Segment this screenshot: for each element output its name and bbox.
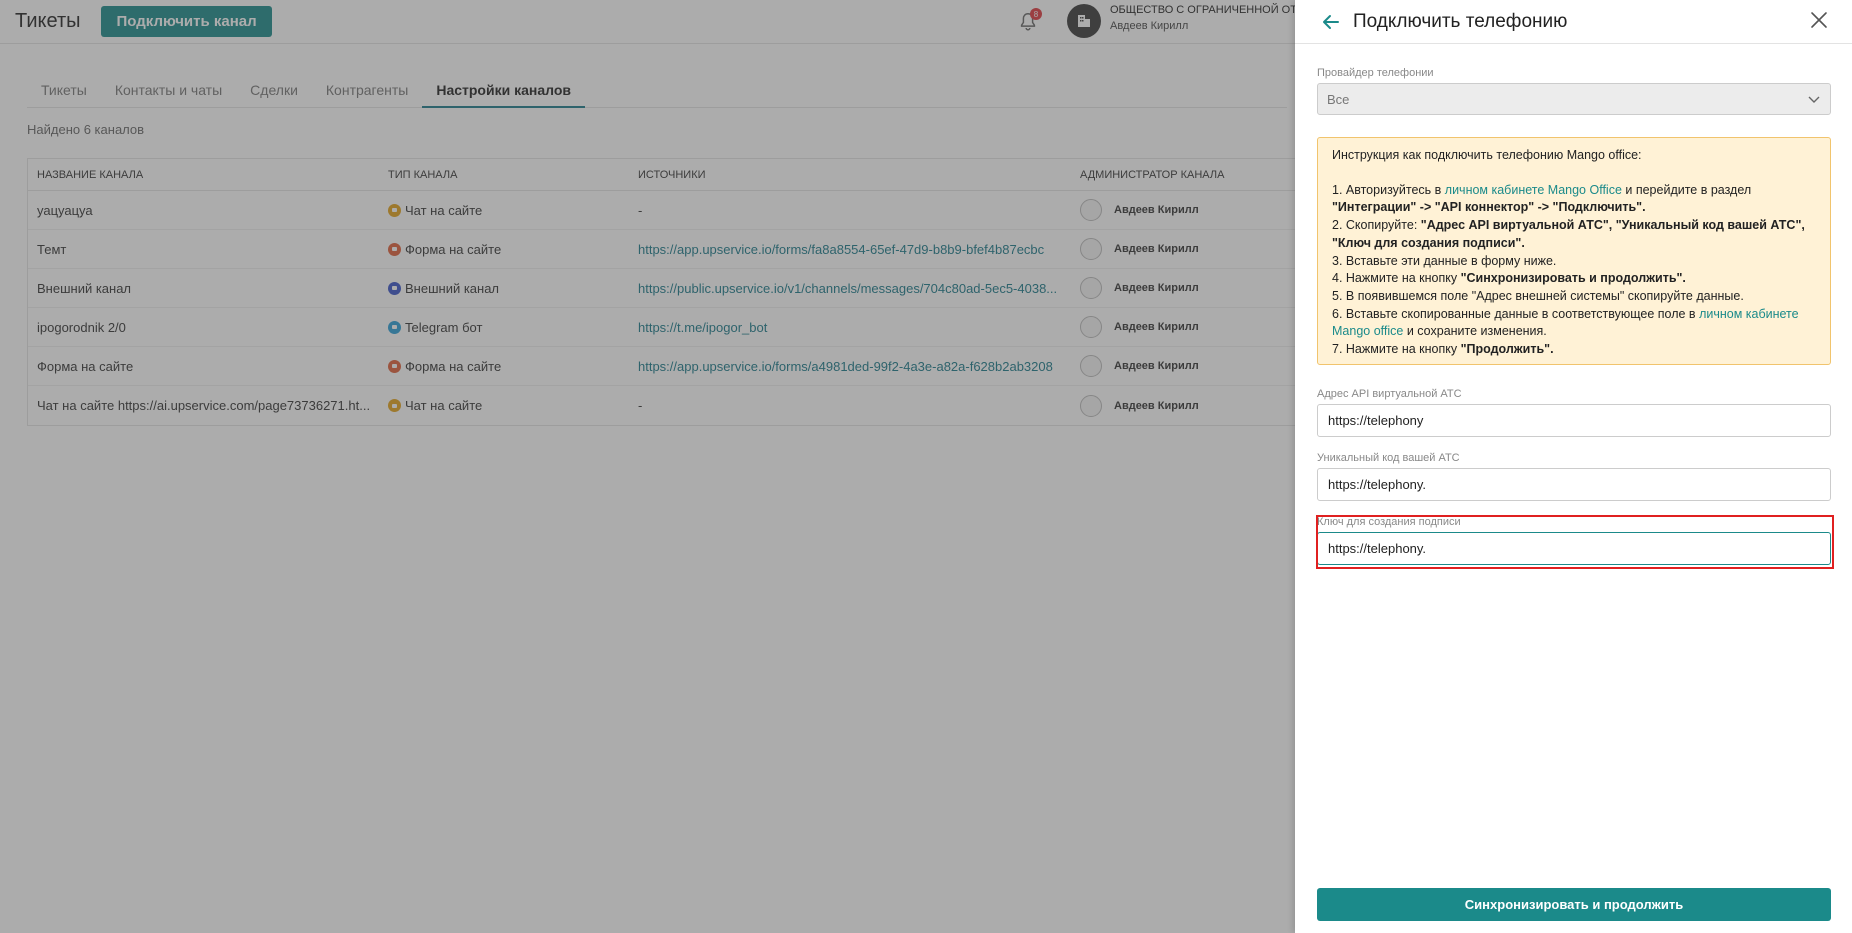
instruction-step-1: 1. Авторизуйтесь в личном кабинете Mango… (1332, 182, 1752, 215)
provider-select-value: Все (1327, 91, 1350, 107)
provider-select[interactable]: Все (1317, 83, 1831, 115)
instruction-step-7: 7. Нажмите на кнопку "Продолжить". (1332, 342, 1554, 357)
api-address-label: Адрес API виртуальной АТС (1317, 388, 1462, 400)
instruction-step-4: 4. Нажмите на кнопку "Синхронизировать и… (1332, 271, 1686, 286)
drawer-header: Подключить телефонию (1295, 0, 1852, 44)
api-address-input[interactable]: https://telephony (1317, 404, 1831, 437)
ats-code-input[interactable]: https://telephony. (1317, 468, 1831, 501)
close-icon[interactable] (1810, 11, 1828, 29)
drawer-title: Подключить телефонию (1353, 10, 1568, 32)
instructions-intro: Инструкция как подключить телефонию Mang… (1332, 148, 1642, 162)
instruction-step-2: 2. Скопируйте: "Адрес API виртуальной АТ… (1332, 218, 1805, 250)
highlight-annotation (1316, 515, 1834, 569)
provider-label: Провайдер телефонии (1317, 67, 1434, 79)
ats-code-label: Уникальный код вашей АТС (1317, 452, 1460, 464)
instruction-step-3: 3. Вставьте эти данные в форму ниже. (1332, 253, 1557, 268)
instructions-box: Инструкция как подключить телефонию Mang… (1317, 137, 1831, 365)
modal-backdrop[interactable] (0, 0, 1295, 933)
instruction-step-6: 6. Вставьте скопированные данные в соотв… (1332, 306, 1799, 339)
sync-continue-button[interactable]: Синхронизировать и продолжить (1317, 888, 1831, 921)
mango-cabinet-link[interactable]: личном кабинете Mango Office (1445, 183, 1622, 197)
connect-telephony-drawer: Подключить телефонию Провайдер телефонии… (1295, 0, 1852, 933)
instruction-step-5: 5. В появившемся поле "Адрес внешней сис… (1332, 288, 1744, 303)
chevron-down-icon (1808, 96, 1820, 103)
back-arrow-icon[interactable] (1321, 12, 1341, 32)
